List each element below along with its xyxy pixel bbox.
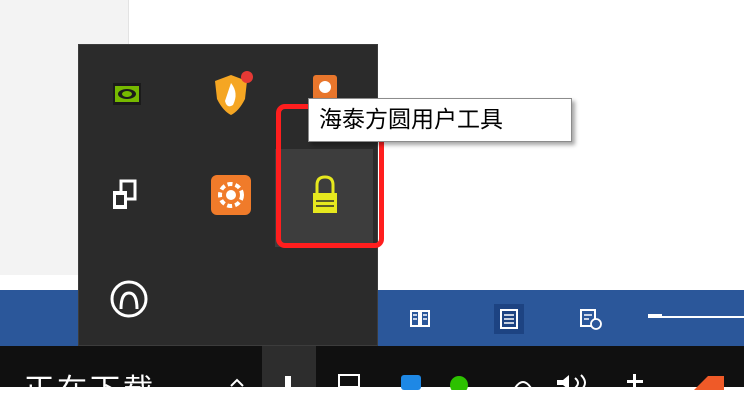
wechat-icon[interactable] xyxy=(448,374,470,390)
ime-icon[interactable] xyxy=(624,374,646,390)
tray-item-orange-settings[interactable] xyxy=(203,167,259,223)
orange-settings-app-icon xyxy=(211,175,251,215)
tray-item-nvidia[interactable] xyxy=(99,65,155,121)
read-mode-button[interactable] xyxy=(405,304,435,334)
show-hidden-icons-button[interactable] xyxy=(262,346,316,388)
network-icon[interactable] xyxy=(512,374,534,390)
sogou-icon[interactable] xyxy=(694,374,724,390)
blue-app-icon[interactable] xyxy=(400,374,422,390)
taskbar-label[interactable]: 正在下载 xyxy=(24,376,156,406)
read-mode-icon xyxy=(410,310,430,327)
onedrive-sync-icon xyxy=(110,280,148,318)
tray-item-sync[interactable] xyxy=(101,271,157,327)
web-layout-button[interactable] xyxy=(575,304,605,334)
tray-item-devices[interactable] xyxy=(99,167,155,223)
taskbar: 正在下载 xyxy=(0,346,744,406)
web-layout-icon xyxy=(580,309,602,330)
zoom-slider[interactable] xyxy=(648,316,744,318)
volume-icon[interactable] xyxy=(555,374,599,390)
lock-tooltip: 海泰方圆用户工具 xyxy=(308,98,572,142)
nvidia-icon xyxy=(113,83,141,105)
shield-security-icon xyxy=(215,71,253,115)
tray-item-security[interactable] xyxy=(203,65,259,121)
pen-icon xyxy=(285,376,291,388)
print-layout-button[interactable] xyxy=(494,304,524,334)
chevron-up-icon[interactable] xyxy=(228,374,246,390)
print-layout-icon xyxy=(500,309,518,329)
keyboard-icon[interactable] xyxy=(338,374,360,388)
devices-icon xyxy=(113,179,137,209)
